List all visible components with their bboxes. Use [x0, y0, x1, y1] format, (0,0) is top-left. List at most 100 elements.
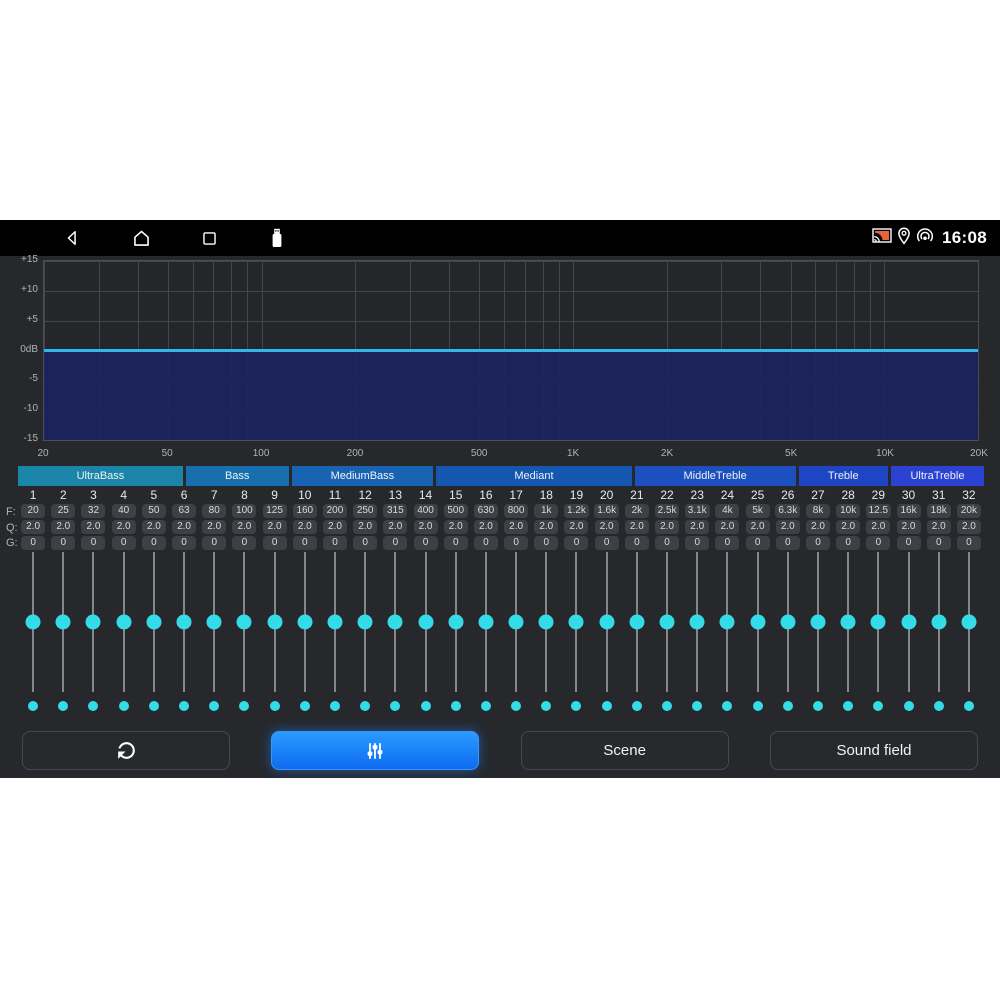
- band-slider[interactable]: [320, 552, 350, 692]
- band-treble[interactable]: Treble: [799, 466, 888, 486]
- home-icon[interactable]: [130, 227, 152, 249]
- channel-dot[interactable]: [239, 701, 249, 711]
- channel-dot[interactable]: [270, 701, 280, 711]
- gain-value[interactable]: 0: [323, 536, 347, 550]
- band-ultrabass[interactable]: UltraBass: [18, 466, 183, 486]
- frequency-value[interactable]: 6.3k: [775, 504, 800, 518]
- channel-dot[interactable]: [602, 701, 612, 711]
- band-slider[interactable]: [863, 552, 893, 692]
- q-value[interactable]: 2.0: [414, 520, 438, 534]
- q-value[interactable]: 2.0: [595, 520, 619, 534]
- slider-knob[interactable]: [388, 615, 403, 630]
- q-value[interactable]: 2.0: [293, 520, 317, 534]
- gain-value[interactable]: 0: [172, 536, 196, 550]
- channel-dot[interactable]: [179, 701, 189, 711]
- gain-value[interactable]: 0: [685, 536, 709, 550]
- frequency-value[interactable]: 12.5: [866, 504, 891, 518]
- band-slider[interactable]: [652, 552, 682, 692]
- frequency-value[interactable]: 32: [81, 504, 105, 518]
- frequency-value[interactable]: 500: [444, 504, 468, 518]
- band-slider[interactable]: [954, 552, 984, 692]
- gain-value[interactable]: 0: [655, 536, 679, 550]
- slider-knob[interactable]: [26, 615, 41, 630]
- gain-value[interactable]: 0: [564, 536, 588, 550]
- channel-dot[interactable]: [692, 701, 702, 711]
- gain-value[interactable]: 0: [897, 536, 921, 550]
- frequency-value[interactable]: 2.5k: [655, 504, 680, 518]
- gain-value[interactable]: 0: [866, 536, 890, 550]
- gain-value[interactable]: 0: [21, 536, 45, 550]
- band-slider[interactable]: [592, 552, 622, 692]
- q-value[interactable]: 2.0: [142, 520, 166, 534]
- scene-button[interactable]: Scene: [521, 731, 729, 770]
- q-value[interactable]: 2.0: [806, 520, 830, 534]
- channel-dot[interactable]: [753, 701, 763, 711]
- slider-knob[interactable]: [327, 615, 342, 630]
- frequency-value[interactable]: 160: [293, 504, 317, 518]
- band-slider[interactable]: [78, 552, 108, 692]
- slider-knob[interactable]: [86, 615, 101, 630]
- frequency-value[interactable]: 630: [474, 504, 498, 518]
- frequency-value[interactable]: 80: [202, 504, 226, 518]
- band-slider[interactable]: [682, 552, 712, 692]
- slider-knob[interactable]: [116, 615, 131, 630]
- band-slider[interactable]: [833, 552, 863, 692]
- gain-value[interactable]: 0: [806, 536, 830, 550]
- q-value[interactable]: 2.0: [655, 520, 679, 534]
- channel-dot[interactable]: [451, 701, 461, 711]
- channel-dot[interactable]: [300, 701, 310, 711]
- q-value[interactable]: 2.0: [444, 520, 468, 534]
- q-value[interactable]: 2.0: [897, 520, 921, 534]
- gain-value[interactable]: 0: [81, 536, 105, 550]
- frequency-value[interactable]: 1.2k: [564, 504, 589, 518]
- q-value[interactable]: 2.0: [564, 520, 588, 534]
- channel-dot[interactable]: [421, 701, 431, 711]
- frequency-value[interactable]: 3.1k: [685, 504, 710, 518]
- band-slider[interactable]: [561, 552, 591, 692]
- q-value[interactable]: 2.0: [927, 520, 951, 534]
- band-slider[interactable]: [531, 552, 561, 692]
- slider-knob[interactable]: [539, 615, 554, 630]
- q-value[interactable]: 2.0: [263, 520, 287, 534]
- band-slider[interactable]: [199, 552, 229, 692]
- slider-knob[interactable]: [690, 615, 705, 630]
- q-value[interactable]: 2.0: [957, 520, 981, 534]
- slider-knob[interactable]: [448, 615, 463, 630]
- band-bass[interactable]: Bass: [186, 466, 289, 486]
- channel-dot[interactable]: [964, 701, 974, 711]
- back-icon[interactable]: [62, 227, 84, 249]
- q-value[interactable]: 2.0: [474, 520, 498, 534]
- slider-knob[interactable]: [810, 615, 825, 630]
- slider-knob[interactable]: [237, 615, 252, 630]
- frequency-value[interactable]: 18k: [927, 504, 951, 518]
- gain-value[interactable]: 0: [383, 536, 407, 550]
- reset-button[interactable]: [22, 731, 230, 770]
- channel-dot[interactable]: [28, 701, 38, 711]
- frequency-value[interactable]: 10k: [836, 504, 860, 518]
- equalizer-button[interactable]: [271, 731, 479, 770]
- gain-value[interactable]: 0: [957, 536, 981, 550]
- gain-value[interactable]: 0: [534, 536, 558, 550]
- channel-dot[interactable]: [330, 701, 340, 711]
- q-value[interactable]: 2.0: [534, 520, 558, 534]
- frequency-value[interactable]: 400: [414, 504, 438, 518]
- band-slider[interactable]: [350, 552, 380, 692]
- q-value[interactable]: 2.0: [202, 520, 226, 534]
- band-slider[interactable]: [441, 552, 471, 692]
- channel-dot[interactable]: [813, 701, 823, 711]
- frequency-value[interactable]: 1.6k: [594, 504, 619, 518]
- band-slider[interactable]: [139, 552, 169, 692]
- frequency-value[interactable]: 50: [142, 504, 166, 518]
- band-mediumbass[interactable]: MediumBass: [292, 466, 434, 486]
- q-value[interactable]: 2.0: [51, 520, 75, 534]
- q-value[interactable]: 2.0: [685, 520, 709, 534]
- slider-knob[interactable]: [901, 615, 916, 630]
- frequency-value[interactable]: 315: [383, 504, 407, 518]
- band-mediant[interactable]: Mediant: [436, 466, 631, 486]
- band-slider[interactable]: [622, 552, 652, 692]
- slider-knob[interactable]: [177, 615, 192, 630]
- band-slider[interactable]: [743, 552, 773, 692]
- recents-icon[interactable]: [198, 227, 220, 249]
- band-slider[interactable]: [260, 552, 290, 692]
- slider-knob[interactable]: [780, 615, 795, 630]
